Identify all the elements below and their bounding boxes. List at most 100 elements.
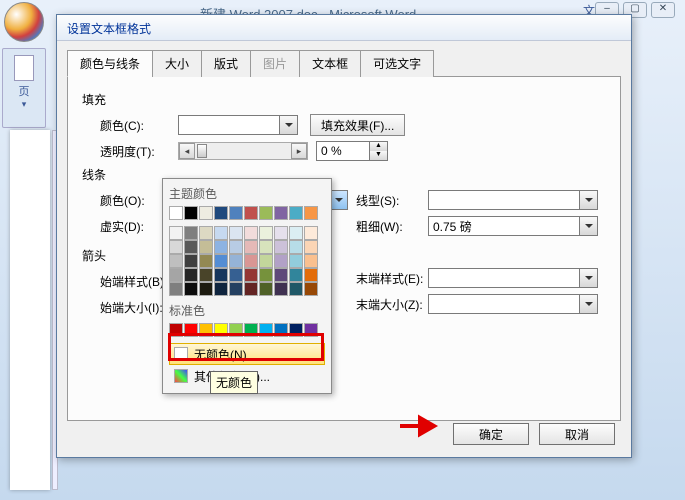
color-swatch[interactable] xyxy=(214,226,228,240)
color-swatch[interactable] xyxy=(199,206,213,220)
color-swatch[interactable] xyxy=(259,254,273,268)
color-swatch[interactable] xyxy=(214,206,228,220)
transparency-spin[interactable]: ▲▼ xyxy=(316,141,388,161)
color-swatch[interactable] xyxy=(274,282,288,296)
color-swatch[interactable] xyxy=(199,254,213,268)
color-swatch[interactable] xyxy=(184,282,198,296)
color-swatch[interactable] xyxy=(199,282,213,296)
color-swatch[interactable] xyxy=(214,240,228,254)
slider-right-icon[interactable]: ▸ xyxy=(291,143,307,159)
color-swatch[interactable] xyxy=(169,268,183,282)
color-swatch[interactable] xyxy=(304,282,318,296)
weight-combo[interactable]: 0.75 磅 xyxy=(428,216,598,236)
color-swatch[interactable] xyxy=(169,254,183,268)
color-swatch[interactable] xyxy=(199,240,213,254)
color-swatch[interactable] xyxy=(184,240,198,254)
color-swatch[interactable] xyxy=(184,254,198,268)
color-swatch[interactable] xyxy=(304,206,318,220)
color-swatch[interactable] xyxy=(259,206,273,220)
office-button[interactable] xyxy=(4,2,44,42)
color-swatch[interactable] xyxy=(229,282,243,296)
color-swatch[interactable] xyxy=(229,240,243,254)
color-swatch[interactable] xyxy=(169,206,183,220)
no-color-item[interactable]: 无颜色(N) xyxy=(169,343,325,365)
color-swatch[interactable] xyxy=(199,268,213,282)
close-button[interactable]: ✕ xyxy=(651,2,675,18)
color-swatch[interactable] xyxy=(169,282,183,296)
side-page-dropdown[interactable]: ▾ xyxy=(3,99,45,110)
tab-colors-lines[interactable]: 颜色与线条 xyxy=(67,50,153,77)
color-swatch[interactable] xyxy=(214,282,228,296)
tab-size[interactable]: 大小 xyxy=(152,50,202,77)
color-swatch[interactable] xyxy=(304,323,318,337)
color-swatch[interactable] xyxy=(229,206,243,220)
color-swatch[interactable] xyxy=(244,226,258,240)
color-swatch[interactable] xyxy=(304,268,318,282)
tab-alttext[interactable]: 可选文字 xyxy=(360,50,434,77)
end-size-combo[interactable] xyxy=(428,294,598,314)
fill-effects-button[interactable]: 填充效果(F)... xyxy=(310,114,405,136)
color-swatch[interactable] xyxy=(289,240,303,254)
color-swatch[interactable] xyxy=(289,282,303,296)
tab-layout[interactable]: 版式 xyxy=(201,50,251,77)
color-swatch[interactable] xyxy=(259,323,273,337)
fill-color-combo[interactable] xyxy=(178,115,298,135)
color-swatch[interactable] xyxy=(214,323,228,337)
color-swatch[interactable] xyxy=(289,226,303,240)
color-swatch[interactable] xyxy=(304,254,318,268)
spin-down-icon[interactable]: ▼ xyxy=(370,151,387,160)
color-swatch[interactable] xyxy=(229,254,243,268)
spin-up-icon[interactable]: ▲ xyxy=(370,142,387,151)
color-swatch[interactable] xyxy=(184,226,198,240)
linetype-combo[interactable] xyxy=(428,190,598,210)
color-swatch[interactable] xyxy=(244,268,258,282)
transparency-value[interactable] xyxy=(317,142,369,160)
more-colors-icon xyxy=(174,369,188,383)
color-swatch[interactable] xyxy=(169,323,183,337)
slider-thumb[interactable] xyxy=(197,144,207,158)
cancel-button[interactable]: 取消 xyxy=(539,423,615,445)
color-swatch[interactable] xyxy=(169,240,183,254)
color-swatch[interactable] xyxy=(259,226,273,240)
color-swatch[interactable] xyxy=(274,254,288,268)
color-swatch[interactable] xyxy=(289,206,303,220)
tooltip: 无颜色 xyxy=(210,371,258,394)
color-swatch[interactable] xyxy=(184,206,198,220)
color-swatch[interactable] xyxy=(274,226,288,240)
color-swatch[interactable] xyxy=(229,323,243,337)
color-swatch[interactable] xyxy=(274,268,288,282)
color-swatch[interactable] xyxy=(214,254,228,268)
color-swatch[interactable] xyxy=(199,323,213,337)
color-swatch[interactable] xyxy=(304,240,318,254)
color-swatch[interactable] xyxy=(259,240,273,254)
color-swatch[interactable] xyxy=(274,240,288,254)
color-swatch[interactable] xyxy=(244,206,258,220)
end-style-combo[interactable] xyxy=(428,268,598,288)
color-swatch[interactable] xyxy=(289,268,303,282)
theme-swatch-row xyxy=(169,206,325,220)
color-swatch[interactable] xyxy=(289,323,303,337)
color-swatch[interactable] xyxy=(259,282,273,296)
color-swatch[interactable] xyxy=(274,323,288,337)
color-swatch[interactable] xyxy=(169,226,183,240)
color-swatch[interactable] xyxy=(184,268,198,282)
color-swatch[interactable] xyxy=(199,226,213,240)
color-swatch[interactable] xyxy=(244,282,258,296)
color-swatch[interactable] xyxy=(244,323,258,337)
slider-left-icon[interactable]: ◂ xyxy=(179,143,195,159)
color-swatch[interactable] xyxy=(274,206,288,220)
end-style-label: 末端样式(E): xyxy=(356,270,428,287)
color-swatch[interactable] xyxy=(244,240,258,254)
tab-textbox[interactable]: 文本框 xyxy=(299,50,361,77)
color-swatch[interactable] xyxy=(214,268,228,282)
color-swatch[interactable] xyxy=(289,254,303,268)
color-swatch[interactable] xyxy=(229,268,243,282)
transparency-slider[interactable]: ◂ ▸ xyxy=(178,142,308,160)
color-swatch[interactable] xyxy=(229,226,243,240)
color-swatch[interactable] xyxy=(244,254,258,268)
chevron-down-icon xyxy=(279,116,297,134)
color-swatch[interactable] xyxy=(304,226,318,240)
color-swatch[interactable] xyxy=(184,323,198,337)
ok-button[interactable]: 确定 xyxy=(453,423,529,445)
color-swatch[interactable] xyxy=(259,268,273,282)
